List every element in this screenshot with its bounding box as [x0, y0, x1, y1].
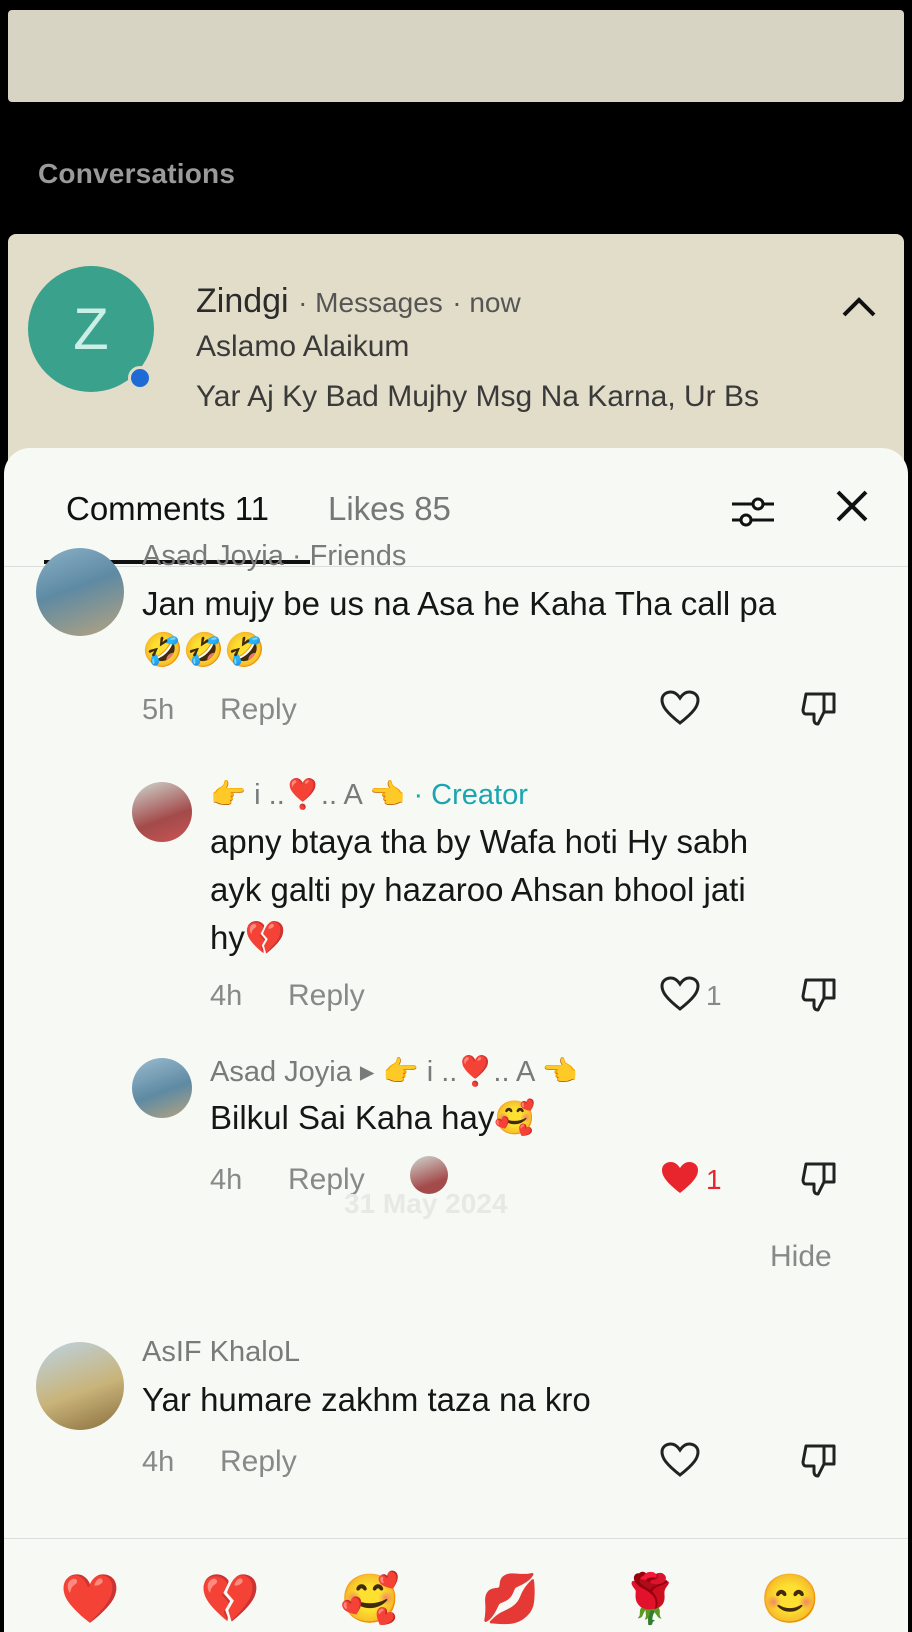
- avatar[interactable]: [36, 1342, 124, 1430]
- notification-line-2: Yar Aj Ky Bad Mujhy Msg Na Karna, Ur Bs: [196, 380, 759, 413]
- dislike-icon[interactable]: [800, 1158, 840, 1198]
- like-heart-icon[interactable]: [660, 976, 700, 1012]
- hide-replies-button[interactable]: Hide: [770, 1240, 832, 1274]
- emoji-heart-button[interactable]: ❤️: [60, 1570, 120, 1627]
- like-count: 1: [706, 980, 722, 1011]
- notification-header: Zindgi · Messages · now: [196, 282, 521, 320]
- comments-sheet: Comments 11 Likes 85 Asad Joyia · Friend…: [4, 448, 908, 1632]
- comment-emoji: 🤣🤣🤣: [142, 631, 266, 668]
- previous-screenshot-strip: [8, 10, 904, 102]
- emoji-smiling-hearts-button[interactable]: 🥰: [340, 1570, 400, 1627]
- comment-text: Yar humare zakhm taza na kro: [142, 1381, 591, 1418]
- comment-author[interactable]: AsIF KhaloL: [142, 1336, 300, 1369]
- notification-time: now: [469, 287, 521, 318]
- message-badge-icon: [128, 366, 152, 390]
- reply-author[interactable]: Asad Joyia ▸ 👉 i ..❣️.. A 👈: [210, 1054, 578, 1089]
- comment-time: 4h: [210, 1164, 243, 1196]
- like-heart-icon[interactable]: [660, 1442, 700, 1478]
- filter-icon[interactable]: [730, 492, 776, 532]
- emoji-broken-heart-button[interactable]: 💔: [200, 1570, 260, 1627]
- dislike-icon[interactable]: [800, 974, 840, 1014]
- divider: [4, 566, 908, 567]
- reply-button[interactable]: Reply: [220, 693, 297, 727]
- comment-text: Bilkul Sai Kaha hay🥰: [210, 1099, 536, 1136]
- comment-text: apny btaya tha by Wafa hoti Hy sabh: [210, 823, 749, 860]
- comment-time: 5h: [142, 694, 175, 726]
- notification-app-name: Zindgi: [196, 282, 289, 320]
- comment-time: 4h: [142, 1446, 175, 1478]
- notification-line-1: Aslamo Alaikum: [196, 330, 410, 363]
- comment-text: Jan mujy be us na Asa he Kaha Tha call p…: [142, 585, 777, 622]
- tab-likes[interactable]: Likes 85: [328, 490, 451, 528]
- sheet-tabs: Comments 11 Likes 85: [4, 448, 908, 568]
- reply-author[interactable]: 👉 i ..❣️.. A 👈 · Creator: [210, 778, 528, 812]
- collapse-chevron-icon[interactable]: [840, 286, 878, 328]
- emoji-rose-button[interactable]: 🌹: [620, 1570, 680, 1627]
- comment-author[interactable]: Asad Joyia · Friends: [142, 540, 406, 573]
- avatar[interactable]: [132, 1058, 192, 1118]
- comment-text-line-3: hy💔: [210, 919, 286, 956]
- comment-time: 4h: [210, 980, 243, 1012]
- avatar[interactable]: [36, 548, 124, 636]
- close-icon[interactable]: [834, 488, 870, 532]
- emoji-kiss-button[interactable]: 💋: [480, 1570, 540, 1627]
- conversations-heading: Conversations: [38, 158, 236, 189]
- divider: [4, 1538, 908, 1539]
- reply-button[interactable]: Reply: [288, 979, 365, 1013]
- emoji-smile-button[interactable]: 😊: [760, 1570, 820, 1627]
- liked-heart-icon[interactable]: [660, 1160, 700, 1196]
- date-watermark: 31 May 2024: [344, 1188, 508, 1219]
- reply-button[interactable]: Reply: [220, 1445, 297, 1479]
- dislike-icon[interactable]: [800, 1440, 840, 1480]
- like-heart-icon[interactable]: [660, 690, 700, 726]
- tab-comments[interactable]: Comments 11: [66, 490, 269, 528]
- avatar[interactable]: [132, 782, 192, 842]
- like-count: 1: [706, 1164, 722, 1195]
- comment-text-line-2: ayk galti py hazaroo Ahsan bhool jati: [210, 871, 746, 908]
- notification-channel: Messages: [315, 287, 443, 318]
- dislike-icon[interactable]: [800, 688, 840, 728]
